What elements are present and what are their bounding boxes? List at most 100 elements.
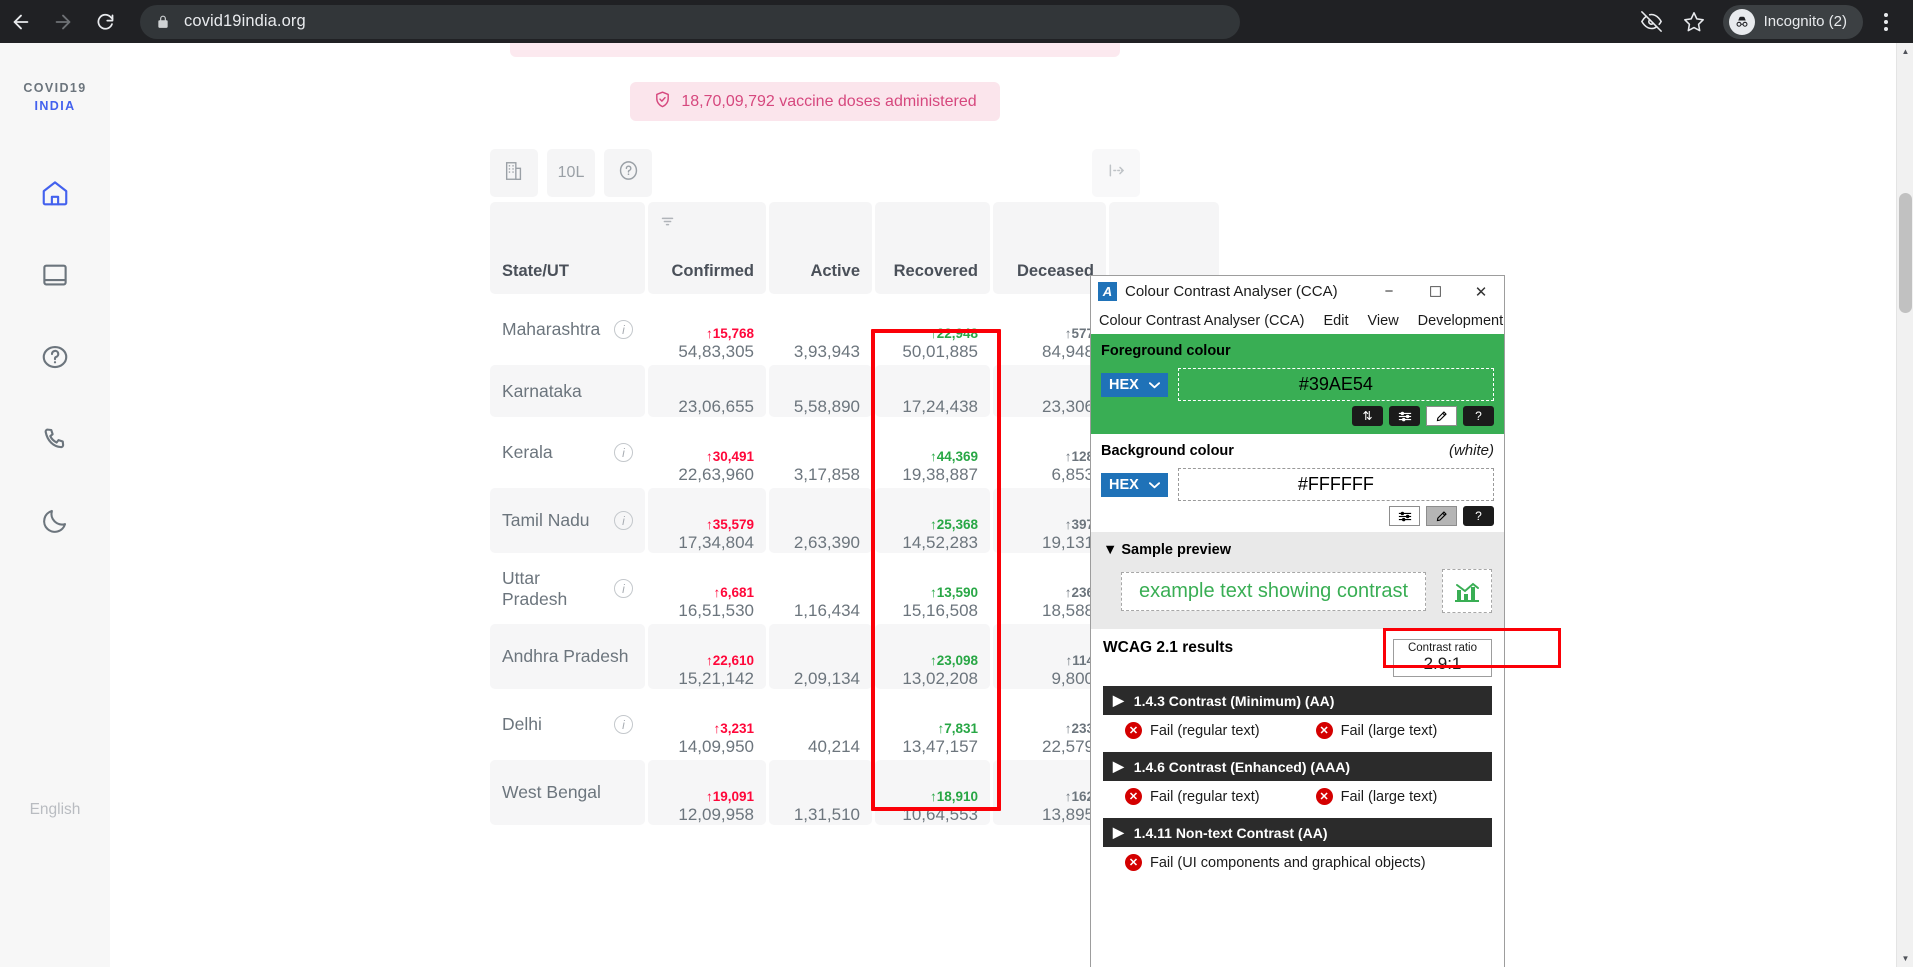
info-icon[interactable]: i — [614, 443, 633, 462]
info-icon[interactable]: i — [614, 320, 633, 339]
info-icon[interactable]: i — [614, 579, 633, 598]
sliders-icon[interactable] — [1389, 406, 1420, 426]
column-header-confirmed-label: Confirmed — [671, 262, 755, 280]
forward-button[interactable] — [42, 1, 84, 43]
filter-icon[interactable] — [660, 214, 675, 234]
help-circle-icon — [617, 159, 640, 187]
menu-item-view[interactable]: View — [1368, 313, 1399, 329]
criterion-1411-header[interactable]: ▶ 1.4.11 Non-text Contrast (AA) — [1103, 818, 1492, 847]
cell-recovered: 17,24,438 — [875, 365, 990, 417]
state-name: Delhi — [502, 714, 542, 735]
sidebar-item-faq[interactable] — [35, 337, 75, 377]
reload-button[interactable] — [84, 1, 126, 43]
help-icon[interactable]: ? — [1463, 506, 1494, 526]
minimize-button[interactable]: − — [1366, 276, 1412, 307]
criterion-146-label: 1.4.6 Contrast (Enhanced) (AAA) — [1133, 758, 1351, 775]
recovered-value: 14,52,283 — [902, 532, 978, 552]
address-bar[interactable]: covid19india.org — [140, 4, 1240, 39]
background-colour-section: Background colour (white) HEX #FFFFFF ? — [1091, 434, 1504, 532]
active-value: 1,16,434 — [793, 600, 860, 620]
page-scrollbar[interactable]: ▲ ▼ — [1896, 43, 1913, 967]
eyedropper-icon[interactable] — [1426, 506, 1457, 526]
expand-icon — [1106, 160, 1127, 186]
sidebar-item-dark-mode[interactable] — [35, 501, 75, 541]
foreground-format-select[interactable]: HEX — [1101, 372, 1168, 397]
language-selector[interactable]: English — [0, 801, 110, 819]
table-row[interactable]: Kerala i — [490, 420, 645, 485]
district-toggle-button[interactable] — [490, 149, 538, 197]
sidebar-item-home[interactable] — [35, 173, 75, 213]
bar-chart-icon[interactable] — [1442, 569, 1492, 613]
back-button[interactable] — [0, 1, 42, 43]
scroll-up-arrow[interactable]: ▲ — [1897, 43, 1913, 60]
table-row[interactable]: West Bengal — [490, 760, 645, 825]
unit-toggle-button[interactable]: 10L — [547, 149, 595, 197]
active-value: 2,63,390 — [793, 532, 860, 552]
state-name: Karnataka — [502, 380, 582, 401]
recovered-delta: ↑18,910 — [929, 789, 978, 805]
background-note: (white) — [1448, 442, 1494, 459]
cell-confirmed: 23,06,655 — [648, 365, 766, 417]
scroll-thumb[interactable] — [1899, 193, 1912, 313]
cca-app-icon: A — [1098, 282, 1117, 301]
criterion-143-header[interactable]: ▶ 1.4.3 Contrast (Minimum) (AA) — [1103, 686, 1492, 715]
foreground-hex-input[interactable]: #39AE54 — [1177, 368, 1494, 401]
cca-title-bar[interactable]: A Colour Contrast Analyser (CCA) − ✕ — [1091, 276, 1504, 307]
cell-recovered: ↑23,098 13,02,208 — [875, 624, 990, 689]
help-icon[interactable]: ? — [1463, 406, 1494, 426]
recovered-value: 19,38,887 — [902, 464, 978, 484]
confirmed-delta: ↑6,681 — [713, 585, 754, 601]
cell-active: 2,63,390 — [769, 488, 872, 553]
sample-preview-toggle[interactable]: ▼ Sample preview — [1103, 542, 1492, 558]
chevron-down-icon — [1148, 477, 1160, 493]
swap-icon[interactable]: ⇅ — [1352, 406, 1383, 426]
url-text: covid19india.org — [184, 12, 306, 30]
result-item: ✕ Fail (regular text) — [1125, 722, 1260, 739]
kebab-menu-icon[interactable] — [1867, 3, 1905, 41]
criterion-143-label: 1.4.3 Contrast (Minimum) (AA) — [1133, 692, 1335, 709]
menu-item-development[interactable]: Development — [1418, 313, 1503, 329]
info-icon[interactable]: i — [614, 511, 633, 530]
sidebar-item-helpline[interactable] — [35, 419, 75, 459]
criterion-146-header[interactable]: ▶ 1.4.6 Contrast (Enhanced) (AAA) — [1103, 752, 1492, 781]
column-header-recovered[interactable]: Recovered — [875, 202, 990, 294]
table-row[interactable]: Uttar Pradesh i — [490, 556, 645, 621]
expand-table-button[interactable] — [1092, 149, 1140, 197]
sidebar-item-blog[interactable] — [35, 255, 75, 295]
menu-item-cca[interactable]: Colour Contrast Analyser (CCA) — [1099, 313, 1305, 329]
sliders-icon[interactable] — [1389, 506, 1420, 526]
table-row[interactable]: Andhra Pradesh — [490, 624, 645, 689]
deceased-value: 18,588 — [1042, 600, 1094, 620]
deceased-value: 9,800 — [1051, 668, 1094, 688]
eyedropper-icon[interactable] — [1426, 406, 1457, 426]
cell-confirmed: ↑30,491 22,63,960 — [648, 420, 766, 485]
incognito-indicator[interactable]: Incognito (2) — [1722, 4, 1863, 39]
column-header-state[interactable]: State/UT — [490, 202, 645, 294]
close-button[interactable]: ✕ — [1458, 276, 1504, 307]
background-hex-input[interactable]: #FFFFFF — [1177, 468, 1494, 501]
table-toolbar: 10L — [490, 149, 652, 197]
cell-active: 1,31,510 — [769, 760, 872, 825]
brand-line-1: COVID19 — [23, 81, 87, 95]
cell-active: 40,214 — [769, 692, 872, 757]
star-icon[interactable] — [1675, 3, 1713, 41]
column-header-confirmed[interactable]: Confirmed — [648, 202, 766, 294]
shield-check-icon — [653, 90, 672, 114]
table-row[interactable]: Karnataka — [490, 365, 645, 417]
table-help-button[interactable] — [604, 149, 652, 197]
site-logo[interactable]: COVID19 INDIA — [0, 79, 110, 115]
background-format-select[interactable]: HEX — [1101, 472, 1168, 497]
result-item: ✕ Fail (regular text) — [1125, 788, 1260, 805]
incognito-label: Incognito (2) — [1763, 13, 1847, 30]
column-header-active[interactable]: Active — [769, 202, 872, 294]
table-row[interactable]: Delhi i — [490, 692, 645, 757]
maximize-button[interactable] — [1412, 276, 1458, 307]
info-icon[interactable]: i — [614, 715, 633, 734]
cell-confirmed: ↑3,231 14,09,950 — [648, 692, 766, 757]
scroll-down-arrow[interactable]: ▼ — [1897, 950, 1913, 967]
eye-off-icon[interactable] — [1633, 3, 1671, 41]
menu-item-edit[interactable]: Edit — [1324, 313, 1349, 329]
confirmed-value: 16,51,530 — [678, 600, 754, 620]
table-row[interactable]: Tamil Nadu i — [490, 488, 645, 553]
table-row[interactable]: Maharashtra i — [490, 297, 645, 362]
